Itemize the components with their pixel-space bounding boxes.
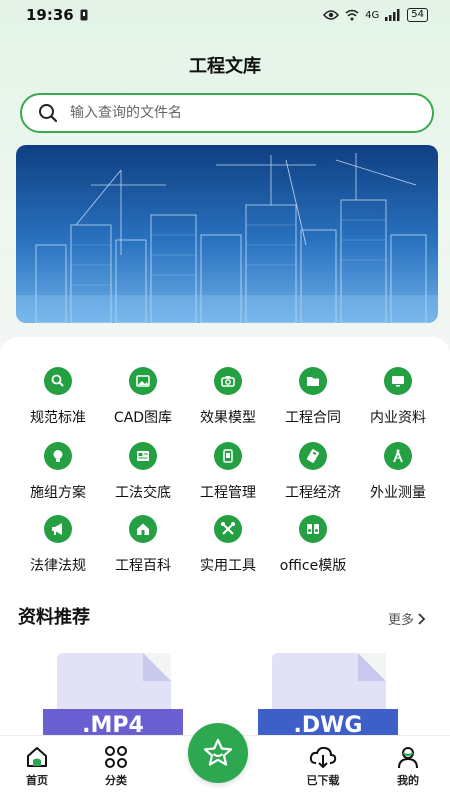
category-label: 内业资料 xyxy=(370,410,426,426)
category-item[interactable]: 工程百科 xyxy=(98,515,188,575)
usb-icon xyxy=(299,442,327,470)
category-label: 施组方案 xyxy=(30,485,86,501)
tools-icon xyxy=(214,515,242,543)
page-title: 工程文库 xyxy=(189,56,261,77)
category-item[interactable]: 实用工具 xyxy=(183,515,273,575)
tab-profile[interactable]: 我的 xyxy=(378,744,438,788)
eye-icon xyxy=(323,10,340,20)
category-item[interactable]: 施组方案 xyxy=(13,442,103,502)
network-type: 4G xyxy=(365,9,380,21)
status-time: 19:36 xyxy=(26,6,74,24)
tab-label: 分类 xyxy=(105,774,127,787)
compass-icon xyxy=(384,442,412,470)
battery-icon: 54 xyxy=(407,8,428,22)
grid-icon xyxy=(105,746,127,768)
signal-icon xyxy=(385,9,400,21)
section-title: 资料推荐 xyxy=(18,607,90,628)
status-right: 4G 54 xyxy=(323,8,428,22)
monitor-icon xyxy=(384,367,412,395)
search-bar[interactable] xyxy=(20,93,434,133)
category-item[interactable]: office模版 xyxy=(268,515,358,575)
category-item[interactable]: 效果模型 xyxy=(183,367,273,427)
category-label: 规范标准 xyxy=(30,410,86,426)
category-label: 外业测量 xyxy=(370,485,426,501)
category-label: 工程百科 xyxy=(115,558,171,574)
category-item[interactable]: 内业资料 xyxy=(353,367,443,427)
category-item[interactable]: 外业测量 xyxy=(353,442,443,502)
category-label: 工程管理 xyxy=(200,485,256,501)
image-card-icon xyxy=(129,442,157,470)
content-card: 规范标准 CAD图库 效果模型 工程合同 内业资料施组方案 工法交底 工程管理 工程经济 外业测… xyxy=(0,337,450,757)
speaker-icon xyxy=(299,515,327,543)
chevron-right-icon xyxy=(418,612,426,625)
notification-icon xyxy=(80,9,88,21)
category-item[interactable]: 工法交底 xyxy=(98,442,188,502)
category-label: 实用工具 xyxy=(200,558,256,574)
category-item[interactable]: 规范标准 xyxy=(13,367,103,427)
home-icon xyxy=(27,747,47,767)
category-label: CAD图库 xyxy=(113,410,173,426)
category-label: 法律法规 xyxy=(30,558,86,574)
status-bar: 19:36 4G 54 xyxy=(0,0,450,30)
category-label: 工程经济 xyxy=(285,485,341,501)
camera-icon xyxy=(214,367,242,395)
city-blueprint-image xyxy=(16,153,438,323)
folder-icon xyxy=(299,367,327,395)
tab-label: 首页 xyxy=(26,774,48,787)
search-input[interactable] xyxy=(70,105,390,121)
magnifier-icon xyxy=(44,367,72,395)
star-icon xyxy=(203,738,233,766)
search-icon xyxy=(39,104,58,123)
category-item[interactable]: 工程经济 xyxy=(268,442,358,502)
category-item[interactable]: 工程管理 xyxy=(183,442,273,502)
picture-icon xyxy=(129,367,157,395)
category-item[interactable]: CAD图库 xyxy=(98,367,188,427)
lightbulb-icon xyxy=(44,442,72,470)
tab-label: 我的 xyxy=(397,774,419,787)
category-item[interactable]: 工程合同 xyxy=(268,367,358,427)
phone-card-icon xyxy=(214,442,242,470)
category-item[interactable]: 法律法规 xyxy=(13,515,103,575)
megaphone-icon xyxy=(44,515,72,543)
tab-downloaded[interactable]: 已下载 xyxy=(293,744,353,788)
more-link[interactable]: 更多 xyxy=(388,609,426,628)
tab-label: 已下载 xyxy=(306,774,340,787)
category-label: office模版 xyxy=(279,558,347,574)
category-label: 工法交底 xyxy=(115,485,171,501)
category-label: 工程合同 xyxy=(285,410,341,426)
center-action-button[interactable] xyxy=(188,723,248,783)
more-label: 更多 xyxy=(387,613,414,628)
wifi-icon xyxy=(345,9,359,21)
user-icon xyxy=(398,747,418,769)
tab-home[interactable]: 首页 xyxy=(7,744,67,788)
tab-category[interactable]: 分类 xyxy=(86,744,146,788)
status-left: 19:36 xyxy=(26,6,88,24)
banner-image[interactable] xyxy=(16,145,438,323)
cloud-download-icon xyxy=(309,746,337,769)
category-label: 效果模型 xyxy=(200,410,256,426)
house-icon xyxy=(129,515,157,543)
